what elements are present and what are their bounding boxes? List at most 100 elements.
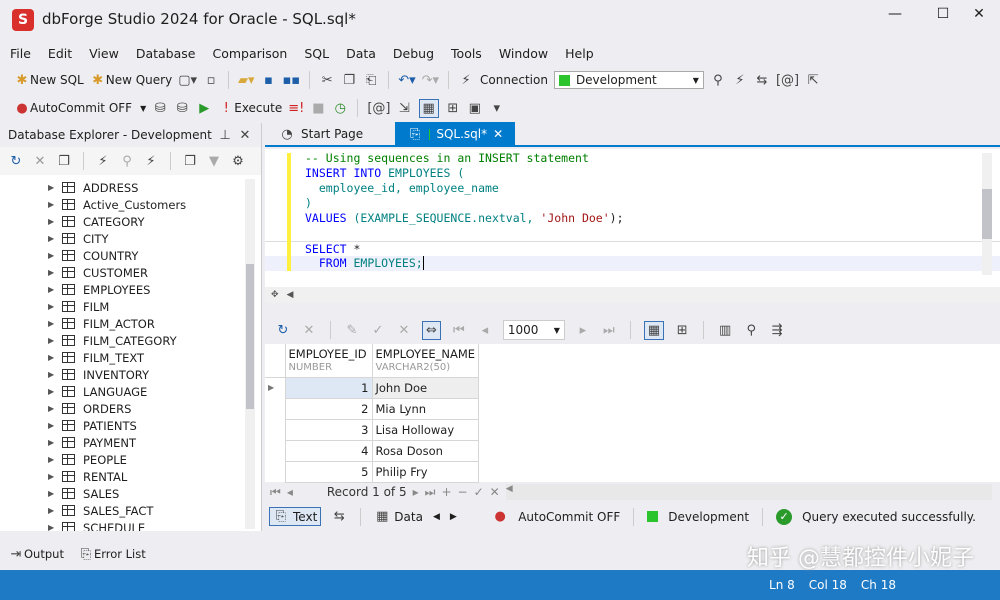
- grid-horizontal-scrollbar[interactable]: ◀: [506, 484, 992, 500]
- editor-horizontal-scrollbar[interactable]: ✥◀: [265, 287, 1000, 303]
- delete-icon[interactable]: ✕: [32, 154, 48, 169]
- text-view-button[interactable]: ⎘Text: [269, 507, 321, 526]
- prev-page-icon[interactable]: ◂: [477, 323, 493, 338]
- expand-icon[interactable]: ▶: [48, 319, 62, 328]
- cell-employee-id[interactable]: 2: [285, 398, 372, 419]
- error-list-tab[interactable]: ⎘Error List: [78, 547, 146, 562]
- tree-item[interactable]: ▶Active_Customers: [0, 196, 261, 213]
- paste-icon[interactable]: ⎗: [363, 73, 379, 88]
- expand-icon[interactable]: ▶: [48, 217, 62, 226]
- tree-item[interactable]: ▶FILM: [0, 298, 261, 315]
- close-tab-icon[interactable]: ✕: [493, 127, 503, 141]
- menu-database[interactable]: Database: [126, 46, 203, 61]
- page-size-select[interactable]: 1000▼: [503, 320, 565, 340]
- close-panel-icon[interactable]: ✕: [237, 128, 253, 143]
- expand-icon[interactable]: ▶: [48, 421, 62, 430]
- prev-view-icon[interactable]: ◀: [433, 512, 440, 522]
- connect-icon[interactable]: ⚲: [710, 73, 726, 88]
- column-header-employee-id[interactable]: EMPLOYEE_IDNUMBER: [285, 344, 372, 377]
- remove-record-icon[interactable]: −: [458, 485, 468, 499]
- expand-icon[interactable]: ▶: [48, 506, 62, 515]
- menu-edit[interactable]: Edit: [38, 46, 79, 61]
- data-view-button[interactable]: ▦Data: [374, 509, 423, 524]
- cell-employee-name[interactable]: Rosa Doson: [372, 440, 479, 461]
- connect-icon[interactable]: ⚲: [119, 154, 135, 169]
- cell-employee-name[interactable]: Lisa Holloway: [372, 419, 479, 440]
- sql-editor[interactable]: -- Using sequences in an INSERT statemen…: [265, 149, 1000, 289]
- tab-start-page[interactable]: ◔Start Page: [267, 122, 375, 146]
- tree-item[interactable]: ▶CATEGORY: [0, 213, 261, 230]
- edit-icon[interactable]: ✎: [344, 323, 360, 338]
- settings-icon[interactable]: ⚙: [230, 154, 246, 169]
- tree-item[interactable]: ▶FILM_ACTOR: [0, 315, 261, 332]
- save-all-icon[interactable]: ▪▪: [283, 73, 301, 88]
- minimize-button[interactable]: —: [880, 6, 910, 22]
- expand-icon[interactable]: ▶: [48, 251, 62, 260]
- table-row[interactable]: 5Philip Fry: [265, 461, 479, 482]
- tree-item[interactable]: ▶LANGUAGE: [0, 383, 261, 400]
- new-sql-button[interactable]: ✱New SQL: [14, 73, 84, 88]
- expand-icon[interactable]: ▶: [48, 455, 62, 464]
- tree-item[interactable]: ▶PAYMENT: [0, 434, 261, 451]
- next-record-icon[interactable]: ▸: [413, 485, 419, 499]
- expand-icon[interactable]: ▶: [48, 489, 62, 498]
- redo-icon[interactable]: ↷▾: [422, 73, 439, 88]
- table-row[interactable]: 4Rosa Doson: [265, 440, 479, 461]
- disconnect-icon[interactable]: ⚡: [143, 154, 159, 169]
- results-grid-icon[interactable]: ▦: [419, 99, 439, 118]
- new-file-icon[interactable]: ▫: [203, 73, 219, 88]
- next-view-icon[interactable]: ▶: [450, 512, 457, 522]
- open-folder-icon[interactable]: ▰▾: [238, 73, 255, 88]
- next-page-icon[interactable]: ▸: [575, 323, 591, 338]
- tree-item[interactable]: ▶EMPLOYEES: [0, 281, 261, 298]
- collapse-icon[interactable]: ❐: [56, 154, 72, 169]
- more-icon[interactable]: ▾: [489, 101, 505, 116]
- pin-icon[interactable]: ⊥: [217, 128, 233, 143]
- tree-item[interactable]: ▶COUNTRY: [0, 247, 261, 264]
- first-record-icon[interactable]: ⏮: [270, 485, 281, 500]
- close-button[interactable]: ✕: [964, 6, 994, 22]
- fit-columns-icon[interactable]: ⇔: [422, 321, 441, 340]
- cell-employee-id[interactable]: 5: [285, 461, 372, 482]
- table-row[interactable]: 3Lisa Holloway: [265, 419, 479, 440]
- tree-item[interactable]: ▶CUSTOMER: [0, 264, 261, 281]
- tree-item[interactable]: ▶RENTAL: [0, 468, 261, 485]
- last-record-icon[interactable]: ⏭: [425, 485, 436, 500]
- card-view-icon[interactable]: ⊞: [674, 323, 690, 338]
- find-icon[interactable]: ⚲: [743, 323, 759, 338]
- export-icon[interactable]: ⇱: [805, 73, 821, 88]
- tree-item[interactable]: ▶FILM_TEXT: [0, 349, 261, 366]
- expand-icon[interactable]: ▶: [48, 370, 62, 379]
- new-document-icon[interactable]: ▢▾: [178, 73, 197, 88]
- menu-sql[interactable]: SQL: [294, 46, 336, 61]
- expand-icon[interactable]: ▶: [48, 268, 62, 277]
- commit-icon[interactable]: ⛁: [152, 101, 168, 116]
- first-page-icon[interactable]: ⏮: [451, 323, 467, 338]
- disconnect-icon[interactable]: ⚡: [732, 73, 748, 88]
- split-icon[interactable]: ✥: [271, 290, 279, 300]
- cell-employee-id[interactable]: 3: [285, 419, 372, 440]
- cell-employee-id[interactable]: 1: [285, 377, 372, 398]
- table-row[interactable]: ▶1John Doe: [265, 377, 479, 398]
- expand-icon[interactable]: ▶: [48, 200, 62, 209]
- parameters-icon[interactable]: [@]: [367, 101, 390, 116]
- prev-record-icon[interactable]: ◂: [287, 485, 293, 499]
- filter-icon[interactable]: ▼: [206, 154, 222, 169]
- expand-icon[interactable]: ▶: [48, 285, 62, 294]
- refresh-icon[interactable]: ↻: [275, 323, 291, 338]
- execute-current-icon[interactable]: ≡!: [288, 101, 304, 116]
- image-icon[interactable]: ▣: [467, 101, 483, 116]
- tree-item[interactable]: ▶ADDRESS: [0, 179, 261, 196]
- refresh-icon[interactable]: ↻: [8, 154, 24, 169]
- last-page-icon[interactable]: ⏭: [601, 323, 617, 338]
- save-record-icon[interactable]: ✓: [474, 485, 484, 499]
- menu-data[interactable]: Data: [336, 46, 383, 61]
- cut-icon[interactable]: ✂: [319, 73, 335, 88]
- parameters-icon[interactable]: [@]: [776, 73, 799, 88]
- expand-icon[interactable]: ▶: [48, 336, 62, 345]
- connection-select[interactable]: Development▼: [554, 71, 704, 89]
- rollback-icon[interactable]: ⛁: [174, 101, 190, 116]
- table-row[interactable]: 2Mia Lynn: [265, 398, 479, 419]
- export-data-icon[interactable]: ⇶: [769, 323, 785, 338]
- undo-icon[interactable]: ↶▾: [398, 73, 415, 88]
